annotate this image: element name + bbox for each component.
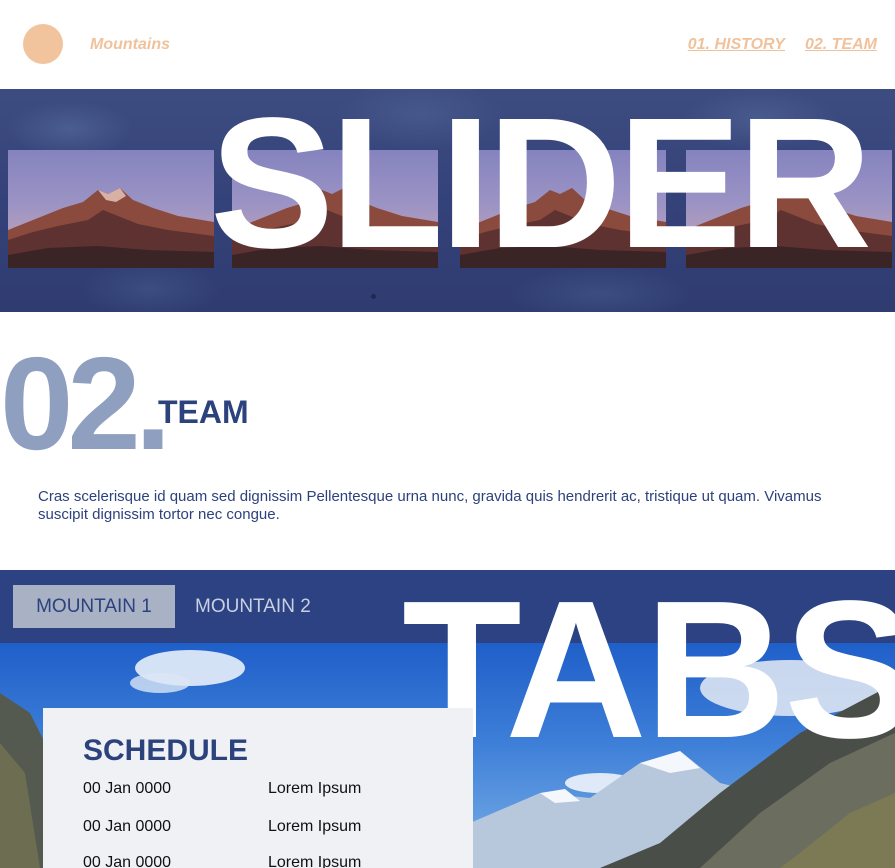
nav-link-team[interactable]: 02. TEAM (805, 36, 877, 54)
site-header: Mountains 01. HISTORY 02. TEAM (0, 0, 895, 89)
section-description: Cras scelerisque id quam sed dignissim P… (38, 488, 822, 523)
tab-mountain-2[interactable]: MOUNTAIN 2 (195, 585, 311, 628)
schedule-date: 00 Jan 0000 (83, 818, 172, 835)
tabs-heading: TABS (402, 560, 895, 779)
nav-link-history[interactable]: 01. HISTORY (688, 36, 785, 54)
schedule-event: Lorem Ipsum (268, 854, 362, 868)
schedule-card: SCHEDULE 00 Jan 0000 Lorem Ipsum 00 Jan … (43, 708, 473, 868)
schedule-date: 00 Jan 0000 (83, 854, 172, 868)
schedule-title: SCHEDULE (83, 734, 249, 767)
logo-icon[interactable] (23, 24, 63, 64)
brand-name[interactable]: Mountains (90, 36, 170, 54)
slide-image[interactable] (8, 150, 214, 268)
main-nav: 01. HISTORY 02. TEAM (688, 36, 877, 54)
section-title: TEAM (158, 394, 249, 430)
slider-heading: SLIDER (210, 89, 872, 287)
schedule-event: Lorem Ipsum (268, 780, 362, 797)
schedule-event: Lorem Ipsum (268, 818, 362, 835)
slider-section: SLIDER (0, 89, 895, 312)
tab-mountain-1[interactable]: MOUNTAIN 1 (13, 585, 175, 628)
section-number: 02. (0, 330, 171, 477)
slider-dot[interactable] (371, 294, 376, 299)
schedule-date: 00 Jan 0000 (83, 780, 172, 797)
